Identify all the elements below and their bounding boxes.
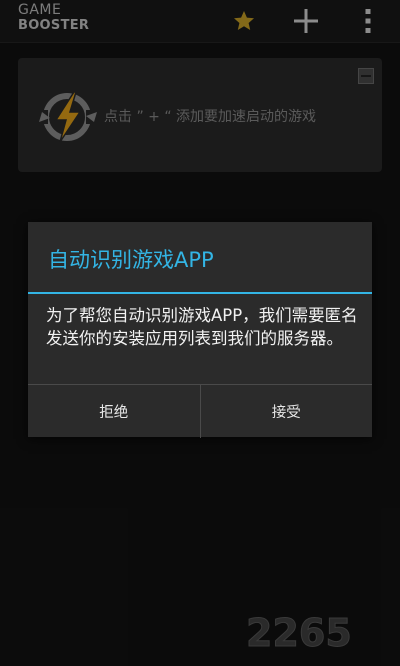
dialog-title: 自动识别游戏APP	[48, 248, 214, 272]
dialog-title-divider	[28, 292, 372, 294]
app-screen: GAME BOOSTER 点击 ” + “ 添加要加速启动的游戏 自动识别游戏A…	[0, 0, 400, 666]
auto-detect-dialog: 自动识别游戏APP 为了帮您自动识别游戏APP，我们需要匿名发送你的安装应用列表…	[28, 222, 372, 438]
reject-button[interactable]: 拒绝	[28, 385, 200, 438]
dialog-message: 为了帮您自动识别游戏APP，我们需要匿名发送你的安装应用列表到我们的服务器。	[46, 306, 358, 348]
watermark-text: 2265	[246, 611, 352, 655]
accept-button[interactable]: 接受	[199, 385, 373, 438]
site-watermark: 2265	[246, 611, 352, 656]
dialog-button-bar: 拒绝 接受	[28, 384, 372, 438]
